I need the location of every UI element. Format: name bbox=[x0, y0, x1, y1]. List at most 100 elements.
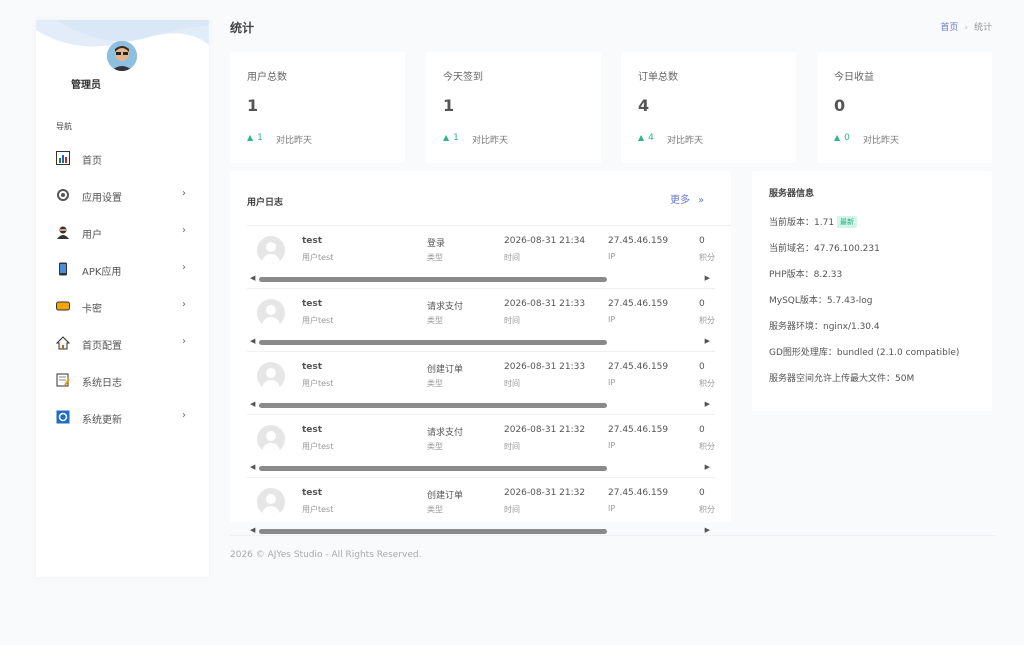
server-mysql-version: MySQL版本：5.7.43-log bbox=[769, 296, 873, 306]
horizontal-scrollbar[interactable]: ◀ ▶ bbox=[247, 463, 715, 473]
table-row: test 用户test 请求支付 类型 2026-08-31 21:32 时间 … bbox=[247, 419, 715, 481]
log-points: 0 bbox=[699, 362, 705, 372]
stat-card-today-revenue: 今日收益 0 ▲ 0 对比昨天 bbox=[817, 52, 992, 163]
sidebar-item-label: 卡密 bbox=[82, 304, 102, 315]
scroll-left-icon[interactable]: ◀ bbox=[250, 463, 255, 471]
sidebar-item-label: 应用设置 bbox=[82, 193, 122, 204]
scroll-left-icon[interactable]: ◀ bbox=[250, 400, 255, 408]
stat-compare-label: 对比昨天 bbox=[667, 136, 704, 146]
scroll-right-icon[interactable]: ▶ bbox=[705, 400, 710, 408]
scroll-left-icon[interactable]: ◀ bbox=[250, 526, 255, 534]
log-user-label: 用户test bbox=[302, 379, 334, 388]
divider bbox=[247, 414, 715, 415]
latest-badge: 最新 bbox=[837, 216, 858, 228]
log-ip-label: IP bbox=[608, 378, 616, 387]
stat-title: 订单总数 bbox=[638, 72, 678, 83]
server-environment: 服务器环境：nginx/1.30.4 bbox=[769, 322, 880, 332]
log-user-label: 用户test bbox=[302, 253, 334, 262]
log-ip-label: IP bbox=[608, 315, 616, 324]
sidebar-item-system-log[interactable]: 系统日志 bbox=[56, 370, 192, 390]
avatar-placeholder-icon bbox=[257, 236, 285, 264]
notepad-icon bbox=[56, 373, 70, 387]
log-points: 0 bbox=[699, 299, 705, 309]
log-user-name: test bbox=[302, 488, 323, 498]
table-row: test 用户test 请求支付 类型 2026-08-31 21:33 时间 … bbox=[247, 293, 715, 355]
sidebar-item-cards[interactable]: 卡密 › bbox=[56, 296, 192, 316]
stat-compare-label: 对比昨天 bbox=[276, 136, 313, 146]
server-upload-limit: 服务器空间允许上传最大文件：50M bbox=[769, 374, 915, 384]
log-time-label: 时间 bbox=[504, 379, 520, 388]
log-ip: 27.45.46.159 bbox=[608, 236, 669, 246]
scroll-right-icon[interactable]: ▶ bbox=[705, 463, 710, 471]
sidebar-item-label: 首页 bbox=[82, 156, 102, 167]
sidebar-item-apk[interactable]: APK应用 › bbox=[56, 259, 192, 279]
log-points-label: 积分 bbox=[699, 316, 715, 325]
stat-compare-label: 对比昨天 bbox=[472, 136, 509, 146]
scrollbar-thumb[interactable] bbox=[259, 403, 607, 408]
log-user-name: test bbox=[302, 425, 323, 435]
horizontal-scrollbar[interactable]: ◀ ▶ bbox=[247, 274, 715, 284]
log-points: 0 bbox=[699, 488, 705, 498]
divider bbox=[230, 535, 996, 536]
card-icon bbox=[56, 299, 70, 313]
refresh-icon bbox=[56, 410, 70, 424]
divider bbox=[247, 351, 715, 352]
log-ip: 27.45.46.159 bbox=[608, 488, 669, 498]
scroll-left-icon[interactable]: ◀ bbox=[250, 337, 255, 345]
scroll-left-icon[interactable]: ◀ bbox=[250, 274, 255, 282]
scroll-right-icon[interactable]: ▶ bbox=[705, 526, 710, 534]
log-points: 0 bbox=[699, 425, 705, 435]
log-user-name: test bbox=[302, 299, 323, 309]
avatar-placeholder-icon bbox=[257, 299, 285, 327]
admin-name: 管理员 bbox=[71, 80, 101, 91]
log-time-label: 时间 bbox=[504, 253, 520, 262]
breadcrumb-separator: › bbox=[964, 23, 968, 33]
stat-title: 用户总数 bbox=[247, 72, 287, 83]
sidebar-item-system-update[interactable]: 系统更新 › bbox=[56, 407, 192, 427]
horizontal-scrollbar[interactable]: ◀ ▶ bbox=[247, 337, 715, 347]
avatar[interactable] bbox=[107, 41, 137, 71]
stat-card-total-users: 用户总数 1 ▲ 1 对比昨天 bbox=[230, 52, 405, 163]
sidebar-item-app-settings[interactable]: 应用设置 › bbox=[56, 185, 192, 205]
sidebar-item-home-config[interactable]: 首页配置 › bbox=[55, 333, 192, 353]
log-ip-label: IP bbox=[608, 504, 616, 513]
phone-icon bbox=[56, 262, 70, 276]
log-action: 请求支付 bbox=[427, 302, 464, 312]
scrollbar-thumb[interactable] bbox=[259, 277, 607, 282]
chevron-right-icon: › bbox=[182, 262, 186, 273]
sidebar-item-label: APK应用 bbox=[82, 267, 122, 278]
log-user-name: test bbox=[302, 362, 323, 372]
log-action: 登录 bbox=[427, 239, 446, 249]
sidebar-item-home[interactable]: 首页 bbox=[56, 148, 192, 168]
page-title: 统计 bbox=[230, 21, 255, 35]
scroll-right-icon[interactable]: ▶ bbox=[705, 274, 710, 282]
sidebar-item-users[interactable]: 用户 › bbox=[56, 222, 192, 242]
scrollbar-thumb[interactable] bbox=[259, 466, 607, 471]
sidebar-item-label: 系统日志 bbox=[82, 378, 122, 389]
scrollbar-thumb[interactable] bbox=[259, 340, 607, 345]
log-points-label: 积分 bbox=[699, 253, 715, 262]
divider bbox=[247, 477, 715, 478]
breadcrumb-home-link[interactable]: 首页 bbox=[940, 23, 958, 33]
log-time-label: 时间 bbox=[504, 505, 520, 514]
double-chevron-icon: » bbox=[698, 195, 705, 206]
table-row: test 用户test 创建订单 类型 2026-08-31 21:33 时间 … bbox=[247, 356, 715, 418]
scrollbar-thumb[interactable] bbox=[259, 529, 607, 534]
user-log-title: 用户日志 bbox=[247, 198, 284, 208]
sidebar-item-label: 首页配置 bbox=[82, 341, 122, 352]
sidebar-item-label: 系统更新 bbox=[82, 415, 122, 426]
arrow-up-icon: ▲ bbox=[247, 133, 254, 142]
chevron-right-icon: › bbox=[182, 299, 186, 310]
stat-value: 4 bbox=[638, 96, 650, 115]
server-domain: 当前域名：47.76.100.231 bbox=[769, 244, 880, 254]
stat-card-total-orders: 订单总数 4 ▲ 4 对比昨天 bbox=[621, 52, 796, 163]
scroll-right-icon[interactable]: ▶ bbox=[705, 337, 710, 345]
more-link[interactable]: 更多» bbox=[670, 191, 704, 206]
stat-card-today-checkins: 今天签到 1 ▲ 1 对比昨天 bbox=[426, 52, 601, 163]
sidebar-item-label: 用户 bbox=[82, 230, 102, 241]
log-user-label: 用户test bbox=[302, 316, 334, 325]
log-points-label: 积分 bbox=[699, 505, 715, 514]
horizontal-scrollbar[interactable]: ◀ ▶ bbox=[247, 400, 715, 410]
log-time-label: 时间 bbox=[504, 442, 520, 451]
log-time: 2026-08-31 21:33 bbox=[504, 362, 586, 372]
